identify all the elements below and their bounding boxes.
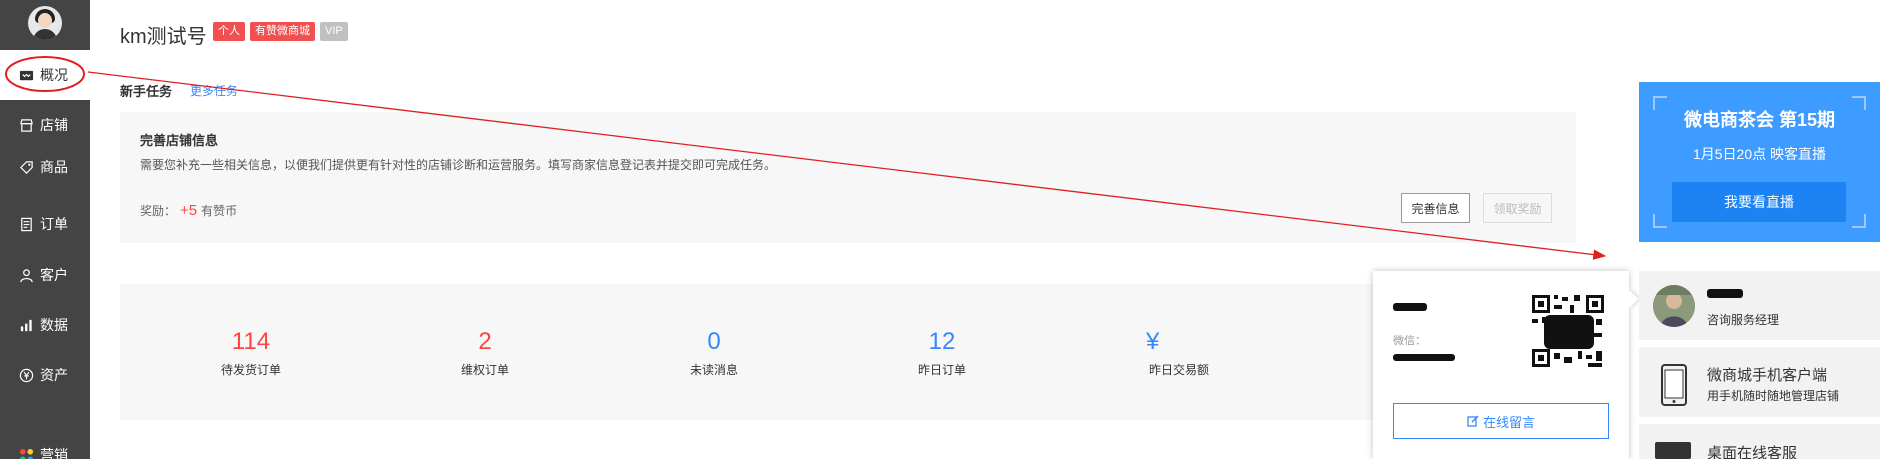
promo-title: 微电商茶会 第15期 <box>1683 110 1836 130</box>
sidebar-item-data[interactable]: 数据 <box>0 300 90 350</box>
stats-panel: 114 待发货订单 2 维权订单 0 未读消息 12 昨日订单 ¥ 昨日交易额 <box>120 284 1576 420</box>
shop-avatar[interactable] <box>28 6 62 40</box>
stat-label: 未读消息 <box>689 363 738 377</box>
sidebar-item-orders[interactable]: 订单 <box>0 199 90 249</box>
stat-value: 12 <box>928 328 956 355</box>
wechat-qr-code <box>1530 293 1606 369</box>
manager-role: 咨询服务经理 <box>1707 313 1780 327</box>
mobile-client-title: 微商城手机客户端 <box>1707 367 1828 384</box>
reward-value: +5 <box>180 202 198 219</box>
stat-yesterday-orders[interactable]: 12 昨日订单 <box>862 328 1022 378</box>
edit-icon <box>1467 415 1479 427</box>
stat-value: 114 <box>231 328 271 355</box>
complete-info-button[interactable]: 完善信息 <box>1401 193 1470 223</box>
stat-pending-shipment[interactable]: 114 待发货订单 <box>171 328 331 378</box>
sidebar-item-label: 订单 <box>40 216 68 232</box>
wechat-label: 微信： <box>1393 335 1426 347</box>
stat-label: 待发货订单 <box>220 363 281 377</box>
desktop-icon <box>1655 442 1691 459</box>
stat-unread-messages[interactable]: 0 未读消息 <box>634 328 794 378</box>
yuan-icon <box>18 367 34 383</box>
phone-icon <box>1661 364 1687 406</box>
task-description: 需要您补充一些相关信息，以便我们提供更有针对性的店铺诊断和运营服务。填写商家信息… <box>140 158 777 172</box>
more-tasks-link[interactable]: 更多任务 <box>190 82 238 99</box>
stat-label: 昨日订单 <box>917 363 966 377</box>
service-manager-panel[interactable]: 咨询服务经理 <box>1639 271 1880 340</box>
task-card: 完善店铺信息 需要您补充一些相关信息，以便我们提供更有针对性的店铺诊断和运营服务… <box>120 112 1576 243</box>
sidebar-item-overview[interactable]: 概况 <box>0 50 90 100</box>
badge-store-type: 有赞微商城 <box>250 22 315 41</box>
live-promo-banner: 微电商茶会 第15期 1月5日20点 映客直播 我要看直播 <box>1639 82 1880 242</box>
online-message-button[interactable]: 在线留言 <box>1393 403 1609 439</box>
user-icon <box>18 267 34 283</box>
sidebar-item-marketing[interactable]: 营销 <box>0 430 90 459</box>
stat-rights-orders[interactable]: 2 维权订单 <box>405 328 565 378</box>
mobile-client-panel[interactable]: 微商城手机客户端 用手机随时随地管理店铺 <box>1639 347 1880 417</box>
stat-label: 维权订单 <box>460 363 509 377</box>
sidebar-item-label: 客户 <box>40 267 68 283</box>
badge-personal: 个人 <box>213 22 245 41</box>
stat-value: 2 <box>478 328 492 355</box>
sidebar-item-label: 资产 <box>40 367 68 383</box>
promo-subtitle: 1月5日20点 映客直播 <box>1692 146 1827 162</box>
watch-live-button[interactable]: 我要看直播 <box>1672 182 1846 222</box>
order-icon <box>18 216 34 232</box>
sidebar-item-label: 数据 <box>40 317 68 333</box>
sidebar: 概况 店铺 商品 订单 客户 数据 资产 营销 <box>0 0 90 459</box>
reward-unit: 有赞币 <box>201 204 238 218</box>
redacted-wechat-id <box>1393 354 1455 361</box>
task-title: 完善店铺信息 <box>140 133 219 148</box>
bar-chart-icon <box>18 317 34 333</box>
online-message-label: 在线留言 <box>1482 414 1535 430</box>
claim-reward-button[interactable]: 领取奖励 <box>1483 193 1552 223</box>
sidebar-item-label: 营销 <box>40 447 68 459</box>
sidebar-item-label: 商品 <box>40 159 68 175</box>
shop-name: km测试号 <box>120 26 207 48</box>
stat-yesterday-revenue[interactable]: ¥ 昨日交易额 <box>1099 328 1259 378</box>
tasks-section-title: 新手任务 <box>120 84 173 99</box>
sidebar-item-assets[interactable]: 资产 <box>0 350 90 400</box>
task-reward: 奖励： +5 有赞币 <box>140 202 237 219</box>
desktop-service-panel[interactable]: 桌面在线客服 <box>1639 424 1880 459</box>
marketing-icon <box>18 447 34 459</box>
sidebar-item-customers[interactable]: 客户 <box>0 250 90 300</box>
tag-icon <box>18 159 34 175</box>
redacted-manager-name <box>1707 289 1743 298</box>
redacted-name <box>1393 303 1427 311</box>
sidebar-item-label: 店铺 <box>40 117 68 133</box>
shop-badges: 个人 有赞微商城 VIP <box>213 22 348 41</box>
manager-avatar <box>1653 285 1695 327</box>
stat-value: 0 <box>707 328 721 355</box>
desktop-service-title: 桌面在线客服 <box>1707 445 1798 459</box>
reward-label: 奖励： <box>140 204 177 218</box>
mobile-client-subtitle: 用手机随时随地管理店铺 <box>1707 389 1840 403</box>
stat-value: ¥ <box>1146 328 1160 355</box>
stat-label: 昨日交易额 <box>1148 363 1209 377</box>
sidebar-item-label: 概况 <box>40 67 68 83</box>
store-icon <box>18 117 34 133</box>
dashboard-page: 概况 店铺 商品 订单 客户 数据 资产 营销 km测试号 个人 有赞微商城 V… <box>0 0 1880 459</box>
manager-contact-popup: 微信： 在线留言 <box>1373 271 1639 459</box>
badge-vip: VIP <box>320 22 348 41</box>
sidebar-item-goods[interactable]: 商品 <box>0 142 90 192</box>
overview-icon <box>18 67 34 83</box>
